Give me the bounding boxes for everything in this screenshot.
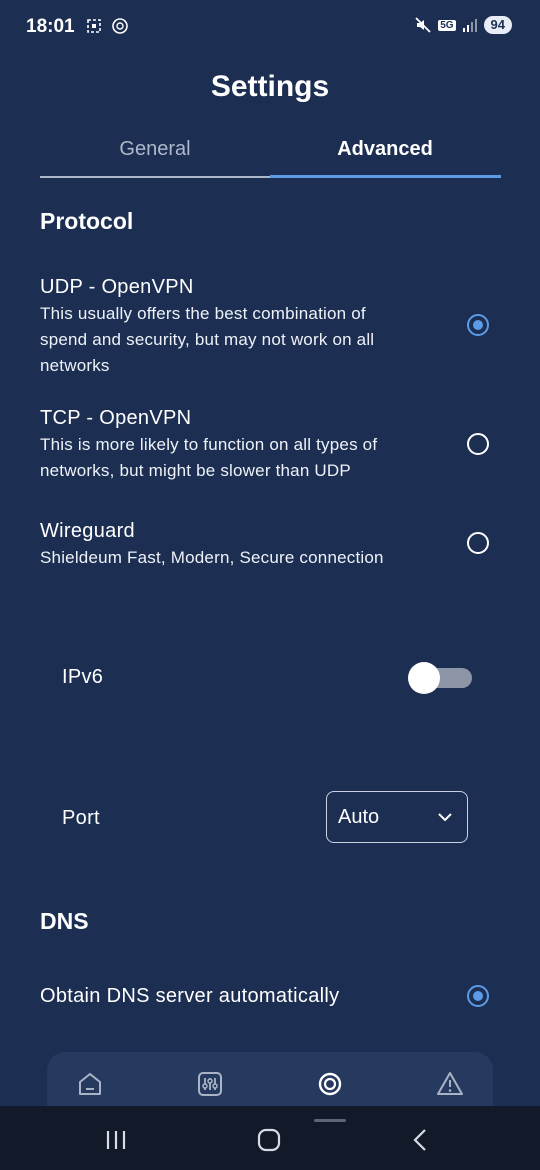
home-button-icon[interactable]: [256, 1128, 282, 1152]
option-title: Wireguard: [40, 520, 135, 542]
tab-general[interactable]: General: [40, 138, 270, 161]
sliders-icon[interactable]: [196, 1070, 224, 1098]
option-description: Shieldeum Fast, Modern, Secure connectio…: [40, 548, 384, 567]
signal-icon: [462, 19, 477, 32]
protocol-option-wireguard[interactable]: Wireguard Shieldeum Fast, Modern, Secure…: [40, 520, 420, 571]
status-left-icons: [84, 16, 130, 36]
protocol-option-udp[interactable]: UDP - OpenVPN This usually offers the be…: [40, 276, 420, 379]
status-time: 18:01: [26, 16, 75, 37]
chatgpt-icon: [112, 18, 128, 34]
battery-indicator: 94: [483, 16, 512, 34]
tab-general-underline: [40, 176, 270, 178]
dns-heading: DNS: [40, 908, 89, 934]
network-type: 5G: [438, 19, 456, 31]
ipv6-label: IPv6: [62, 666, 104, 688]
option-description: This usually offers the best combination…: [40, 304, 375, 375]
mute-icon: [415, 17, 431, 33]
option-title: Obtain DNS server automatically: [40, 985, 340, 1007]
wireguard-radio[interactable]: [467, 532, 489, 554]
recent-apps-icon[interactable]: [104, 1128, 130, 1152]
udp-radio[interactable]: [467, 314, 489, 336]
home-icon[interactable]: [76, 1070, 104, 1098]
screenshot-icon: [87, 19, 101, 33]
port-dropdown[interactable]: Auto: [326, 791, 468, 843]
option-description: This is more likely to function on all t…: [40, 435, 378, 480]
warning-icon[interactable]: [436, 1070, 464, 1098]
port-value: Auto: [338, 805, 380, 828]
port-label: Port: [62, 807, 100, 829]
chevron-down-icon: [438, 813, 452, 822]
status-right-icons: 5G 94: [414, 16, 512, 34]
ipv6-toggle-knob[interactable]: [408, 662, 440, 694]
dns-auto-radio[interactable]: [467, 985, 489, 1007]
back-icon[interactable]: [408, 1128, 434, 1152]
tab-advanced-indicator: [270, 175, 501, 178]
page-title: Settings: [210, 70, 330, 103]
protocol-heading: Protocol: [40, 208, 134, 234]
home-indicator: [314, 1119, 346, 1122]
dns-option-auto[interactable]: Obtain DNS server automatically: [40, 985, 420, 1008]
protocol-option-tcp[interactable]: TCP - OpenVPN This is more likely to fun…: [40, 407, 420, 484]
settings-gear-icon[interactable]: [316, 1070, 344, 1098]
option-title: TCP - OpenVPN: [40, 407, 192, 429]
tcp-radio[interactable]: [467, 433, 489, 455]
option-title: UDP - OpenVPN: [40, 276, 194, 298]
tab-advanced[interactable]: Advanced: [270, 138, 500, 161]
